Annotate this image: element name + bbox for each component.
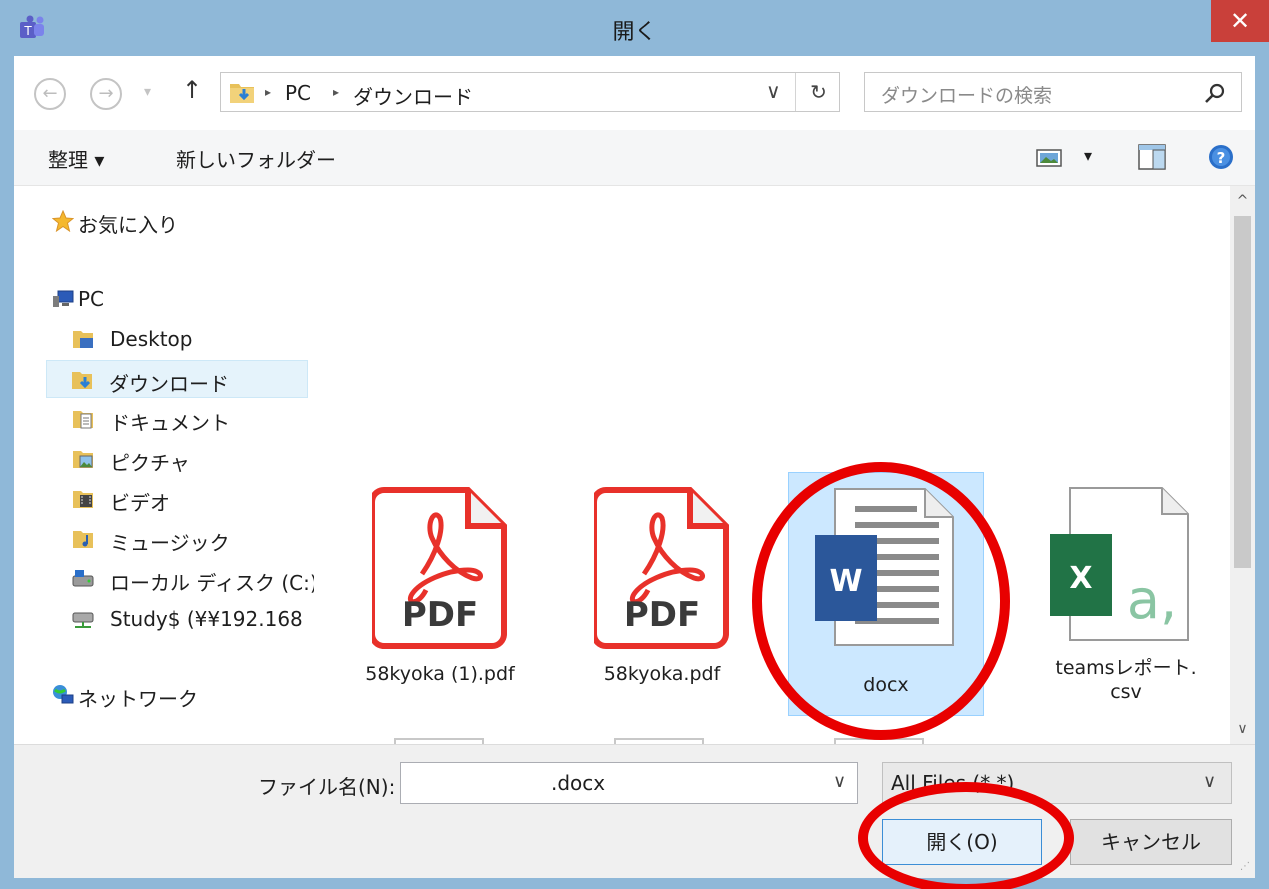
excel-badge: X <box>1069 561 1092 596</box>
close-button[interactable]: ✕ <box>1211 0 1269 42</box>
window-title: 開く <box>612 20 657 45</box>
music-folder-icon <box>73 531 93 548</box>
pdf-file-icon: PDF <box>594 487 729 649</box>
address-row: ← → ▾ ↑ ▸ PC ▸ ダウンロード ∨ ↻ ダウンロードの検索 <box>14 56 1255 130</box>
word-badge: W <box>829 564 862 599</box>
file-type-select[interactable]: All Files (*.*) ∨ <box>882 762 1232 804</box>
dialog-client: ← → ▾ ↑ ▸ PC ▸ ダウンロード ∨ ↻ ダウンロードの検索 整理 ▾… <box>14 56 1255 878</box>
nav-item-pc[interactable]: PC <box>14 280 314 318</box>
pdf-badge: PDF <box>624 595 700 635</box>
nav-item-label: PC <box>78 287 105 311</box>
file-item-teams-report-csv[interactable]: X a, teamsレポート. csv <box>1026 480 1226 720</box>
navigation-pane: お気に入り PC Desktop ダウンロード ドキュメント ピクチャ ビデオ … <box>14 186 314 744</box>
network-icon <box>53 685 74 704</box>
resize-grip[interactable]: ⋰ <box>1240 861 1250 872</box>
address-dropdown[interactable]: ∨ <box>766 79 781 103</box>
svg-text:a,: a, <box>1127 568 1177 631</box>
file-item-58kyoka-1-pdf[interactable]: PDF 58kyoka (1).pdf <box>350 480 530 720</box>
change-view-icon[interactable] <box>1036 148 1062 168</box>
scroll-down-button[interactable]: ∨ <box>1230 714 1255 744</box>
file-name: 58kyoka (1).pdf <box>365 663 515 685</box>
open-file-dialog: T 開く ✕ ← → ▾ ↑ ▸ PC ▸ ダウンロード ∨ ↻ ダウンロードの… <box>0 0 1269 889</box>
search-placeholder: ダウンロードの検索 <box>881 85 1053 107</box>
nav-item-label: お気に入り <box>78 213 178 237</box>
filename-label: ファイル名(N): <box>258 775 396 799</box>
videos-folder-icon <box>73 491 93 508</box>
computer-icon <box>53 290 74 307</box>
pdf-badge: PDF <box>402 595 478 635</box>
organize-menu[interactable]: 整理 ▾ <box>48 144 104 173</box>
dialog-footer: ファイル名(N): .docx ∨ All Files (*.*) ∨ 開く(O… <box>14 744 1255 878</box>
back-button[interactable]: ← <box>34 78 66 110</box>
file-list: PDF 58kyoka (1).pdf PDF 58kyoka.pdf W do… <box>314 186 1230 744</box>
pictures-folder-icon <box>73 451 93 468</box>
up-button[interactable]: ↑ <box>182 76 202 104</box>
title-bar: T 開く ✕ <box>0 0 1269 56</box>
nav-item-local-disk[interactable]: ローカル ディスク (C:) <box>14 560 314 598</box>
cancel-button[interactable]: キャンセル <box>1070 819 1232 865</box>
nav-item-label: Desktop <box>110 327 193 351</box>
scroll-up-button[interactable]: ^ <box>1230 186 1255 216</box>
breadcrumb-separator: ▸ <box>265 85 272 99</box>
command-bar: 整理 ▾ 新しいフォルダー ▾ ? <box>14 130 1255 186</box>
search-icon <box>1205 83 1225 103</box>
nav-item-videos[interactable]: ビデオ <box>14 480 314 518</box>
nav-item-desktop[interactable]: Desktop <box>14 320 314 358</box>
address-bar[interactable]: ▸ PC ▸ ダウンロード ∨ ↻ <box>220 72 840 112</box>
forward-button[interactable]: → <box>90 78 122 110</box>
file-name-line1: teamsレポート. <box>1055 657 1197 679</box>
preview-pane-icon[interactable] <box>1138 144 1166 170</box>
nav-item-favorites[interactable]: お気に入り <box>14 202 314 240</box>
search-input[interactable]: ダウンロードの検索 <box>864 72 1242 112</box>
file-type-value: All Files (*.*) <box>891 771 1015 795</box>
scroll-thumb[interactable] <box>1234 216 1251 568</box>
nav-item-music[interactable]: ミュージック <box>14 520 314 558</box>
nav-item-label: ローカル ディスク (C:) <box>110 571 314 595</box>
downloads-folder-icon <box>230 84 254 103</box>
nav-item-label: ピクチャ <box>110 451 190 475</box>
file-item-docx[interactable]: W docx <box>788 472 984 716</box>
breadcrumb-separator: ▸ <box>333 85 340 99</box>
pdf-file-icon: PDF <box>372 487 507 649</box>
file-name: docx <box>863 674 909 696</box>
nav-item-label: ミュージック <box>110 531 230 555</box>
svg-text:?: ? <box>1217 149 1226 167</box>
downloads-folder-icon <box>72 372 92 389</box>
filename-input[interactable]: .docx ∨ <box>400 762 858 804</box>
documents-folder-icon <box>73 411 93 429</box>
vertical-scrollbar[interactable]: ^ ∨ <box>1230 186 1255 744</box>
excel-file-icon: X a, <box>1050 487 1189 641</box>
nav-item-pictures[interactable]: ピクチャ <box>14 440 314 478</box>
refresh-button[interactable]: ↻ <box>795 73 841 111</box>
nav-item-label: ドキュメント <box>110 411 230 435</box>
new-folder-button[interactable]: 新しいフォルダー <box>176 144 336 173</box>
file-name-line2: csv <box>1110 681 1142 703</box>
file-type-dropdown[interactable]: ∨ <box>1203 771 1216 792</box>
filename-dropdown[interactable]: ∨ <box>833 771 846 792</box>
nav-item-label: Study$ (¥¥192.168 <box>110 607 303 631</box>
nav-item-label: ネットワーク <box>78 687 198 711</box>
drive-icon <box>72 570 94 587</box>
view-options-dropdown[interactable]: ▾ <box>1084 146 1092 165</box>
open-button[interactable]: 開く(O) <box>882 819 1042 865</box>
network-drive-icon <box>72 612 94 628</box>
filename-value: .docx <box>551 771 606 795</box>
nav-item-documents[interactable]: ドキュメント <box>14 400 314 438</box>
file-name: 58kyoka.pdf <box>603 663 721 685</box>
nav-item-label: ビデオ <box>110 491 170 515</box>
nav-item-downloads[interactable]: ダウンロード <box>46 360 308 398</box>
desktop-folder-icon <box>73 331 93 348</box>
breadcrumb-pc[interactable]: PC <box>285 81 311 105</box>
file-item-58kyoka-pdf[interactable]: PDF 58kyoka.pdf <box>572 480 752 720</box>
help-icon[interactable]: ? <box>1208 144 1234 170</box>
recent-locations-dropdown[interactable]: ▾ <box>144 84 151 100</box>
breadcrumb-downloads[interactable]: ダウンロード <box>353 81 473 110</box>
star-icon <box>52 210 74 232</box>
word-file-icon: W <box>815 488 954 646</box>
nav-item-label: ダウンロード <box>109 372 229 396</box>
nav-item-network-share[interactable]: Study$ (¥¥192.168 <box>14 600 314 638</box>
nav-item-network[interactable]: ネットワーク <box>14 676 314 714</box>
